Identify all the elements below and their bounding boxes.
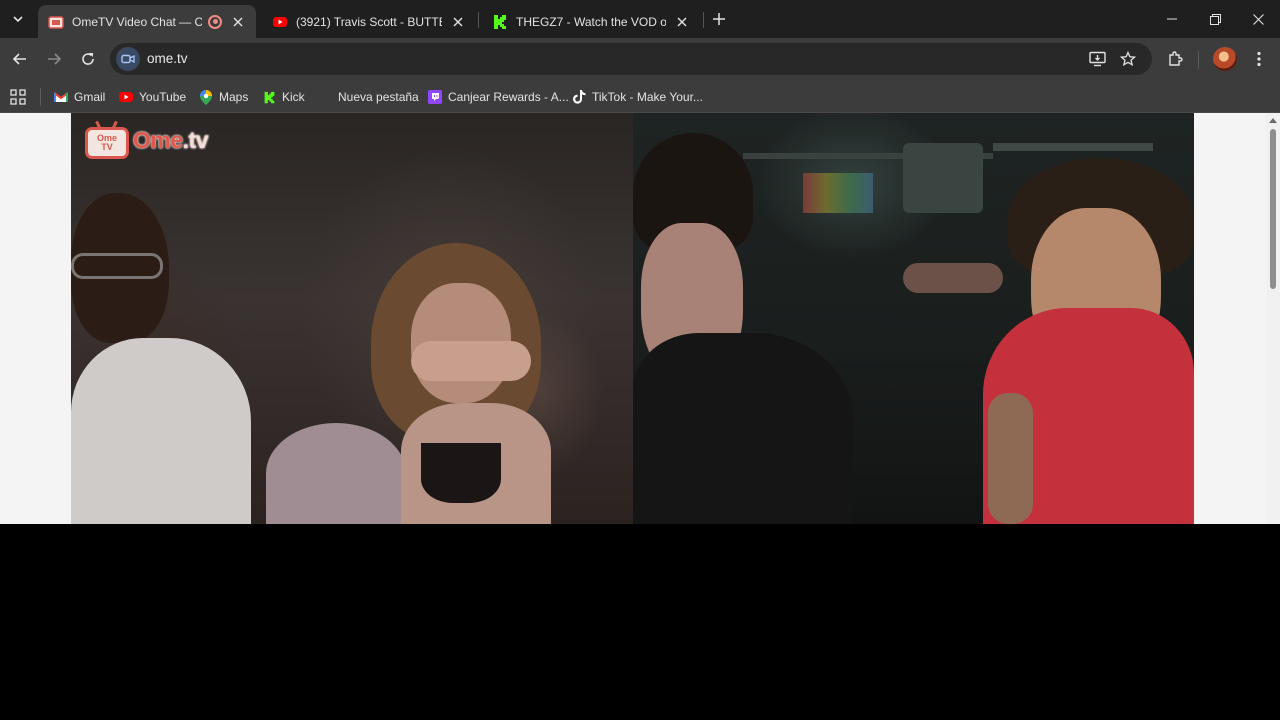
page-scrollbar[interactable]	[1266, 113, 1280, 524]
blank-page-icon	[318, 90, 332, 104]
shelf-box	[903, 143, 983, 213]
arrow-left-icon	[12, 53, 26, 65]
scroll-thumb[interactable]	[1270, 129, 1276, 289]
logo-wordmark: Ome.tv	[133, 127, 208, 154]
bookmarks-divider	[40, 88, 41, 106]
tab-separator	[478, 12, 479, 28]
bookmark-nueva-pestana[interactable]: Nueva pestaña	[318, 86, 419, 108]
close-tab-icon[interactable]	[674, 14, 690, 30]
apps-button[interactable]	[10, 86, 26, 108]
extensions-button[interactable]	[1162, 46, 1188, 72]
forward-button[interactable]	[40, 45, 68, 73]
scroll-up-icon[interactable]	[1269, 118, 1277, 123]
tab-title: OmeTV Video Chat — Ome	[72, 14, 202, 29]
bookmark-label: Gmail	[74, 90, 106, 104]
reload-icon	[82, 53, 94, 65]
close-icon	[1252, 13, 1264, 25]
plus-icon	[713, 13, 725, 25]
logo-text-dot: .tv	[182, 126, 209, 153]
self-video	[633, 113, 1194, 524]
tab-kick[interactable]: THEGZ7 - Watch the VOD on Ki	[482, 5, 700, 38]
person-hand	[411, 341, 531, 381]
logo-text-main: Ome	[133, 126, 183, 153]
tab-strip: OmeTV Video Chat — Ome (3921) Travis Sco…	[0, 0, 1280, 38]
restore-button[interactable]	[1193, 0, 1237, 38]
install-app-button[interactable]	[1088, 49, 1108, 69]
tab-title: (3921) Travis Scott - BUTTERFLY	[296, 14, 442, 29]
menu-button[interactable]	[1246, 46, 1272, 72]
bookmark-youtube[interactable]: YouTube	[119, 86, 186, 108]
profile-avatar[interactable]	[1213, 47, 1237, 71]
bookmark-maps[interactable]: Maps	[199, 86, 248, 108]
kick-favicon-icon	[492, 14, 508, 30]
bookmark-kick[interactable]: Kick	[262, 86, 305, 108]
bookmark-label: YouTube	[139, 90, 187, 104]
youtube-favicon-icon	[272, 14, 288, 30]
stranger-video: Ome TV Ome.tv	[71, 113, 633, 524]
logo-badge-bottom: TV	[101, 142, 113, 152]
shelf-shape	[993, 143, 1153, 151]
tab-search-button[interactable]	[6, 8, 30, 30]
puzzle-icon	[1169, 51, 1183, 66]
shelf-items	[803, 173, 873, 213]
more-vertical-icon	[1257, 51, 1261, 67]
bookmark-label: TikTok - Make Your...	[592, 90, 703, 104]
tab-ometv[interactable]: OmeTV Video Chat — Ome	[38, 5, 256, 38]
minimize-icon	[1167, 18, 1177, 20]
youtube-icon	[119, 90, 133, 104]
restore-icon	[1209, 13, 1221, 25]
bookmark-canjear-rewards[interactable]: Canjear Rewards - A...	[428, 86, 569, 108]
tab-youtube[interactable]: (3921) Travis Scott - BUTTERFLY	[262, 5, 476, 38]
tab-separator	[703, 12, 704, 28]
glasses-shape	[71, 253, 163, 279]
tv-logo-icon: Ome TV	[85, 120, 129, 159]
star-icon	[1120, 51, 1136, 67]
tab-title: THEGZ7 - Watch the VOD on Ki	[516, 14, 666, 29]
person-top	[421, 443, 501, 503]
close-tab-icon[interactable]	[230, 14, 246, 30]
address-bar[interactable]: ome.tv	[110, 43, 1152, 75]
chevron-down-icon	[13, 16, 23, 23]
toolbar-divider	[1198, 51, 1199, 69]
bookmark-label: Canjear Rewards - A...	[448, 90, 569, 104]
url-text[interactable]: ome.tv	[147, 51, 188, 66]
person-shirt	[633, 333, 853, 524]
install-app-icon	[1089, 51, 1106, 67]
twitch-icon	[428, 90, 442, 104]
maps-icon	[199, 89, 213, 105]
site-info-button[interactable]	[116, 47, 140, 71]
bookmark-label: Kick	[282, 90, 305, 104]
close-tab-icon[interactable]	[450, 14, 466, 30]
browser-toolbar: ome.tv	[0, 38, 1280, 80]
bookmark-star-button[interactable]	[1118, 49, 1138, 69]
bookmark-label: Nueva pestaña	[338, 90, 419, 104]
bookmarks-bar: Gmail YouTube Maps Kick Nueva pestaña Ca…	[0, 80, 1280, 113]
tiktok-icon	[572, 90, 586, 104]
person-arm	[988, 393, 1033, 524]
reload-button[interactable]	[74, 45, 102, 73]
arrow-right-icon	[48, 53, 62, 65]
recording-indicator-icon	[208, 14, 222, 29]
ometv-logo: Ome TV Ome.tv	[85, 120, 208, 159]
close-window-button[interactable]	[1236, 0, 1280, 38]
gmail-icon	[54, 90, 68, 104]
back-button[interactable]	[6, 45, 34, 73]
page-content: Ome TV Ome.tv	[0, 113, 1280, 720]
apps-grid-icon	[10, 89, 26, 105]
minimize-button[interactable]	[1150, 0, 1194, 38]
bookmark-label: Maps	[219, 90, 249, 104]
bookmark-tiktok[interactable]: TikTok - Make Your...	[572, 86, 703, 108]
person-shirt	[71, 338, 251, 524]
bookmark-gmail[interactable]: Gmail	[54, 86, 105, 108]
kick-icon	[262, 90, 276, 104]
background-arm	[903, 263, 1003, 293]
new-tab-button[interactable]	[708, 8, 730, 30]
pillow-shape	[266, 423, 406, 524]
ometv-favicon-icon	[48, 14, 64, 30]
video-camera-icon	[121, 54, 135, 64]
